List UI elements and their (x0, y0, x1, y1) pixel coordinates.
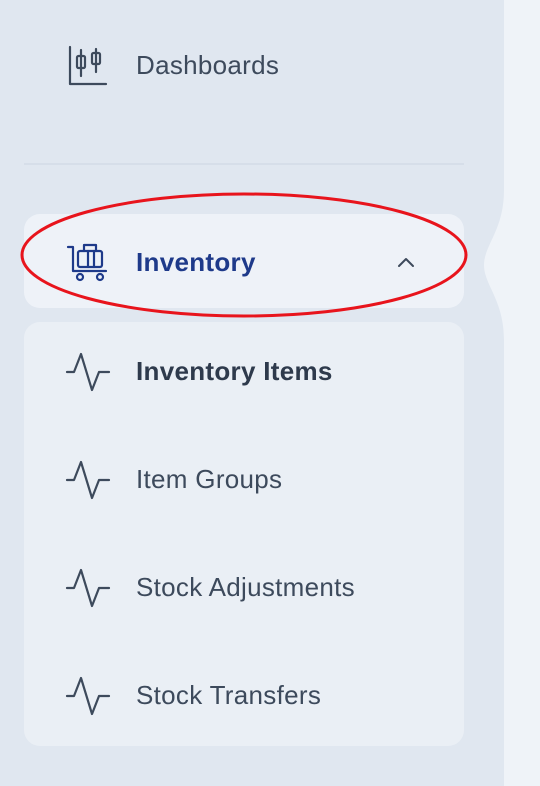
sidebar-item-label: Stock Adjustments (136, 572, 355, 602)
activity-pulse-icon (64, 672, 112, 720)
sidebar-item-inventory[interactable]: Inventory (24, 214, 464, 308)
chevron-up-icon[interactable] (394, 250, 418, 274)
sidebar-item-label: Inventory (136, 247, 256, 277)
sidebar-item-label: Inventory Items (136, 356, 333, 386)
sidebar-item-dashboards[interactable]: Dashboards (24, 30, 464, 102)
sidebar-item-stock-transfers[interactable]: Stock Transfers (24, 656, 464, 736)
inventory-submenu: Inventory Items Item Groups Stock Adjust… (24, 322, 464, 746)
candlestick-chart-icon (66, 44, 110, 88)
sidebar-item-label: Item Groups (136, 464, 283, 494)
activity-pulse-icon (64, 564, 112, 612)
activity-pulse-icon (64, 456, 112, 504)
sidebar-item-item-groups[interactable]: Item Groups (24, 440, 464, 520)
sidebar-collapse-handle[interactable] (484, 190, 524, 340)
luggage-cart-icon (66, 239, 110, 283)
sidebar-divider (24, 163, 464, 165)
sidebar-item-label: Stock Transfers (136, 680, 322, 710)
activity-pulse-icon (64, 348, 112, 396)
sidebar-item-inventory-items[interactable]: Inventory Items (24, 332, 464, 412)
sidebar-item-label: Dashboards (136, 50, 280, 80)
sidebar-item-stock-adjustments[interactable]: Stock Adjustments (24, 548, 464, 628)
main-content-area (504, 0, 540, 786)
sidebar: Dashboards Inventory Inventory Items Ite… (0, 0, 504, 786)
